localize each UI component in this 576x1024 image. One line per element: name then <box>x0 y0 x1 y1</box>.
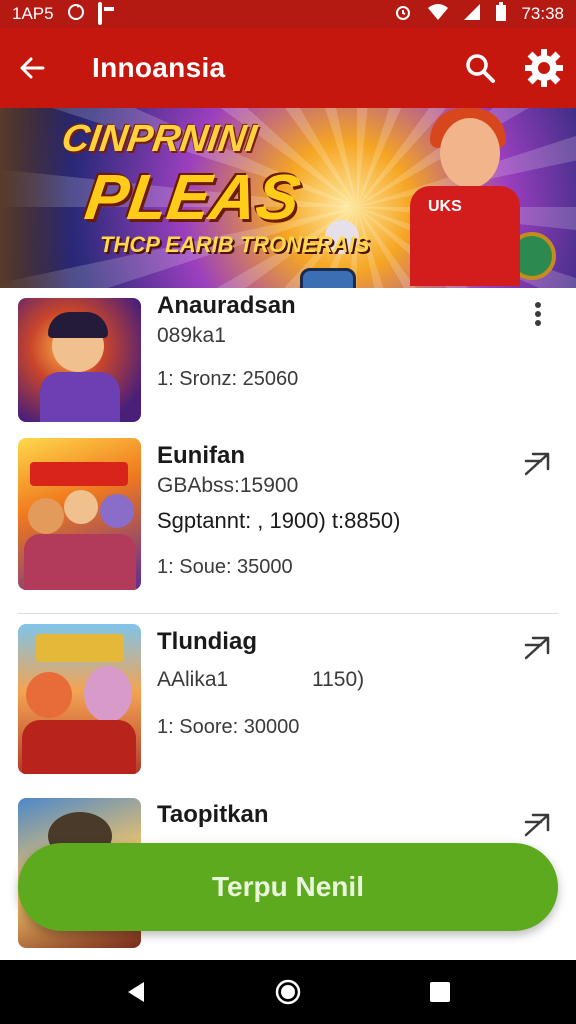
primary-action-button[interactable]: Terpu Nenil <box>18 843 558 931</box>
more-vert-icon <box>535 302 541 326</box>
share-arrow-icon <box>524 636 550 660</box>
search-icon <box>466 54 495 83</box>
battery-icon <box>495 1 507 27</box>
back-triangle-icon <box>128 982 144 1002</box>
divider <box>18 613 558 614</box>
share-arrow-icon <box>524 813 550 837</box>
settings-gear-icon <box>525 49 563 87</box>
share-button[interactable] <box>518 805 558 845</box>
hero-shirt <box>410 186 520 286</box>
item-line: AAlika1 <box>157 668 229 691</box>
item-title: Anauradsan <box>157 292 296 319</box>
recents-square-icon <box>430 982 450 1002</box>
search-button[interactable] <box>448 28 512 108</box>
app-title: Innoansia <box>92 52 226 83</box>
game-thumbnail <box>18 298 141 422</box>
share-button[interactable] <box>518 628 558 668</box>
more-options-button[interactable] <box>518 294 558 334</box>
alarm-icon <box>393 2 413 27</box>
home-circle-icon <box>275 979 301 1005</box>
notification-box-icon <box>97 2 102 25</box>
game-thumbnail <box>18 624 141 774</box>
item-score: 1: Sronz: 25060 <box>157 368 299 390</box>
hero-face <box>440 118 500 188</box>
list-item[interactable]: Tlundiag AAlika1 1150) 1: Soore: 30000 <box>0 618 576 793</box>
nav-recents-button[interactable] <box>416 968 464 1016</box>
list-item[interactable]: Anauradsan 089ka1 1: Sronz: 25060 <box>0 288 576 430</box>
hero-shirt-text: UKS <box>428 198 462 215</box>
item-title: Tlundiag <box>157 628 257 655</box>
status-left-text: 1AP5 <box>12 4 54 23</box>
item-line: 1150) <box>312 668 365 691</box>
list-item[interactable]: Eunifan GBAbss:15900 Sgptannt: , 1900) t… <box>0 430 576 610</box>
item-title: Taopitkan <box>157 801 269 828</box>
banner-subtitle: THCP EARIB TRONERAIS <box>100 232 370 257</box>
item-line: 089ka1 <box>157 324 226 347</box>
item-line: Sgptannt: , 1900) t:8850) <box>157 508 401 533</box>
app-bar: Innoansia <box>0 28 576 108</box>
item-title: Eunifan <box>157 442 245 469</box>
nav-back-button[interactable] <box>112 968 160 1016</box>
robot-figure <box>300 268 356 288</box>
sync-icon <box>66 2 86 27</box>
status-bar: 1AP5 73:38 <box>0 0 576 28</box>
game-thumbnail <box>18 438 141 590</box>
banner-title-line2: PLEAS <box>80 161 305 233</box>
signal-icon <box>463 3 481 26</box>
settings-button[interactable] <box>512 28 576 108</box>
banner-title-line1: CINPRNINI <box>59 118 260 160</box>
wifi-icon <box>427 3 449 26</box>
item-score: 1: Soue: 35000 <box>157 556 293 578</box>
back-arrow-icon <box>20 57 45 79</box>
back-button[interactable] <box>0 28 64 108</box>
item-line: GBAbss:15900 <box>157 474 299 497</box>
status-time: 73:38 <box>521 4 564 23</box>
system-nav-bar <box>0 960 576 1024</box>
nav-home-button[interactable] <box>264 968 312 1016</box>
share-button[interactable] <box>518 444 558 484</box>
item-score: 1: Soore: 30000 <box>157 716 300 738</box>
share-arrow-icon <box>524 452 550 476</box>
